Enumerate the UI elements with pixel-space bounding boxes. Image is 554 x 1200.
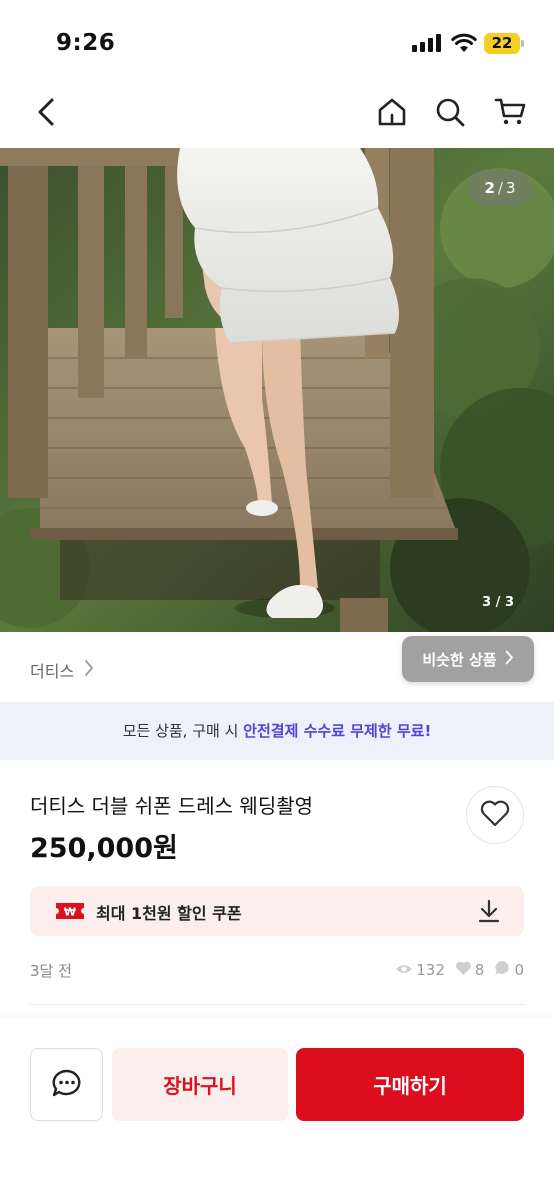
promo-text: 모든 상품, 구매 시	[122, 722, 244, 740]
divider	[30, 1004, 524, 1005]
chat-count: 0	[494, 960, 524, 980]
cart-icon[interactable]	[490, 92, 530, 132]
bottom-action-bar: 장바구니 구매하기	[0, 1018, 554, 1200]
posted-time: 3달 전	[30, 962, 72, 980]
coupon-icon: ₩	[56, 903, 84, 923]
eye-icon	[395, 961, 413, 979]
like-count-value: 8	[474, 961, 485, 979]
search-icon[interactable]	[430, 92, 470, 132]
page-total: 3	[505, 179, 516, 197]
promo-highlight: 안전결제 수수료 무제한 무료!	[243, 722, 432, 740]
stats: 132 8 0	[389, 960, 524, 980]
chevron-right-icon	[505, 650, 514, 669]
chevron-right-icon	[84, 659, 94, 681]
product-price: 250,000원	[30, 833, 178, 864]
safe-payment-banner[interactable]: 모든 상품, 구매 시 안전결제 수수료 무제한 무료!	[0, 702, 554, 760]
similar-products-label: 비슷한 상품	[422, 650, 497, 669]
wishlist-button[interactable]	[466, 786, 524, 844]
similar-products-button[interactable]: 비슷한 상품	[402, 636, 534, 682]
shop-name-link[interactable]: 더티스	[30, 658, 74, 682]
wifi-icon	[451, 32, 477, 54]
heart-icon	[455, 961, 472, 980]
battery-level: 22	[491, 34, 513, 52]
battery-icon: 22	[484, 33, 524, 54]
back-arrow-icon[interactable]	[26, 92, 66, 132]
signal-icon	[412, 34, 442, 52]
view-count: 132	[395, 961, 445, 979]
status-time: 9:26	[56, 30, 116, 56]
image-page-badge: 2/3	[468, 170, 532, 206]
meta-row: 3달 전 132 8 0	[30, 958, 524, 982]
chat-count-value: 0	[514, 961, 524, 979]
svg-text:₩: ₩	[64, 906, 76, 919]
product-image-carousel[interactable]: 2/3 3 / 3	[0, 148, 554, 632]
page-current: 2	[484, 179, 495, 197]
like-count: 8	[455, 961, 485, 980]
download-icon[interactable]	[478, 899, 500, 927]
product-title: 더티스 더블 쉬폰 드레스 웨딩촬영	[30, 794, 314, 818]
status-bar: 9:26 22	[0, 0, 554, 80]
nav-bar	[0, 80, 554, 148]
add-to-cart-button[interactable]: 장바구니	[112, 1048, 288, 1121]
product-photo	[0, 148, 554, 632]
coupon-bar[interactable]: ₩ 최대 1천원 할인 쿠폰	[30, 886, 524, 936]
image-page-indicator: 3 / 3	[482, 595, 514, 610]
buy-now-button[interactable]: 구매하기	[296, 1048, 524, 1121]
coupon-label: 최대 1천원 할인 쿠폰	[96, 904, 242, 923]
chat-icon	[51, 1068, 83, 1102]
shop-row: 더티스 비슷한 상품	[0, 632, 554, 702]
view-count-value: 132	[416, 961, 445, 979]
heart-icon	[480, 800, 510, 831]
chat-bubble-icon	[494, 960, 511, 980]
chat-button[interactable]	[30, 1048, 103, 1121]
home-icon[interactable]	[372, 92, 412, 132]
